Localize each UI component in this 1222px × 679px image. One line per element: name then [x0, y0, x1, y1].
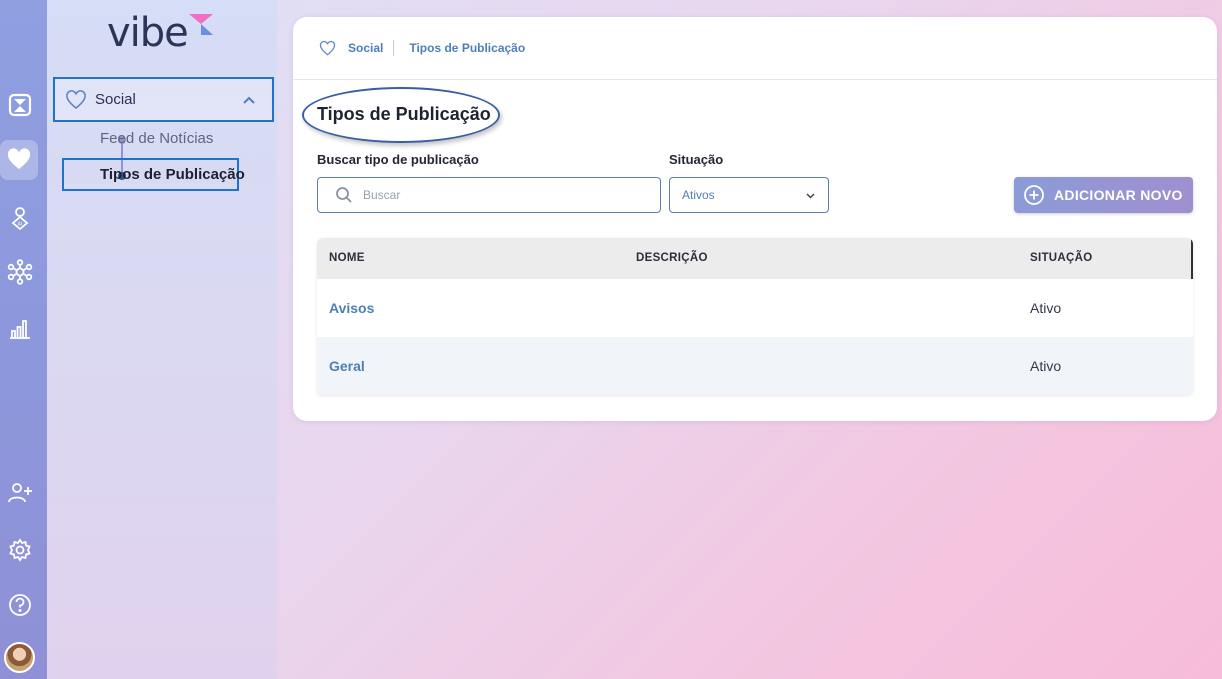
logo-mark-icon: [189, 14, 213, 35]
breadcrumb-social[interactable]: Social: [348, 41, 383, 55]
help-icon[interactable]: [0, 585, 40, 625]
heart-outline-icon: [66, 89, 86, 109]
sidebar-item-feed[interactable]: Feed de Notícias: [100, 130, 213, 147]
column-header-situacao[interactable]: SITUAÇÃO: [1030, 252, 1092, 264]
breadcrumb-divider: [393, 40, 395, 56]
logo-text: vibe: [107, 10, 189, 56]
sidebar-item-social[interactable]: Social: [53, 77, 274, 122]
row-status: Ativo: [1030, 358, 1062, 374]
sidebar: vibe Social Feed de Notícias Tipos de Pu…: [47, 0, 277, 679]
avatar[interactable]: [4, 642, 35, 673]
heart-icon[interactable]: [0, 140, 38, 180]
publication-types-table: NOME DESCRIÇÃO SITUAÇÃO Avisos Ativo Ger…: [317, 238, 1193, 395]
vibe-logo: vibe: [107, 10, 227, 56]
status-label: Situação: [669, 152, 724, 167]
chevron-up-icon[interactable]: [242, 93, 256, 107]
gear-icon[interactable]: [0, 530, 40, 570]
chevron-down-icon: [806, 193, 815, 199]
status-select-value: Ativos: [682, 188, 715, 202]
add-new-label: ADICIONAR NOVO: [1054, 187, 1183, 203]
search-icon: [336, 187, 352, 203]
svg-text:AI: AI: [18, 222, 23, 228]
add-user-icon[interactable]: [0, 473, 40, 513]
breadcrumb: Social Tipos de Publicação: [293, 17, 1217, 80]
table-header: NOME DESCRIÇÃO SITUAÇÃO: [317, 238, 1193, 279]
network-icon[interactable]: [0, 252, 40, 292]
heart-outline-icon: [319, 40, 336, 55]
icon-rail: AI: [0, 0, 47, 679]
search-field[interactable]: [317, 177, 661, 213]
ai-user-icon[interactable]: AI: [0, 198, 40, 238]
column-header-nome[interactable]: NOME: [329, 252, 365, 264]
hourglass-app-icon[interactable]: [0, 85, 40, 125]
search-input[interactable]: [363, 188, 643, 202]
row-name-link[interactable]: Geral: [329, 358, 365, 374]
bar-chart-icon[interactable]: [0, 308, 40, 348]
table-row[interactable]: Geral Ativo: [317, 337, 1193, 395]
sidebar-item-label: Social: [95, 91, 136, 108]
row-name-link[interactable]: Avisos: [329, 300, 374, 316]
breadcrumb-tipos[interactable]: Tipos de Publicação: [409, 41, 525, 55]
plus-circle-icon: [1024, 185, 1044, 205]
column-header-descricao[interactable]: DESCRIÇÃO: [636, 252, 708, 264]
table-row[interactable]: Avisos Ativo: [317, 279, 1193, 337]
add-new-button[interactable]: ADICIONAR NOVO: [1014, 177, 1193, 213]
row-status: Ativo: [1030, 300, 1062, 316]
sidebar-item-tipos[interactable]: Tipos de Publicação: [100, 166, 245, 183]
status-select[interactable]: Ativos: [669, 177, 829, 213]
main-card: Social Tipos de Publicação Tipos de Publ…: [293, 17, 1217, 421]
page-title: Tipos de Publicação: [317, 104, 491, 124]
search-label: Buscar tipo de publicação: [317, 152, 479, 167]
